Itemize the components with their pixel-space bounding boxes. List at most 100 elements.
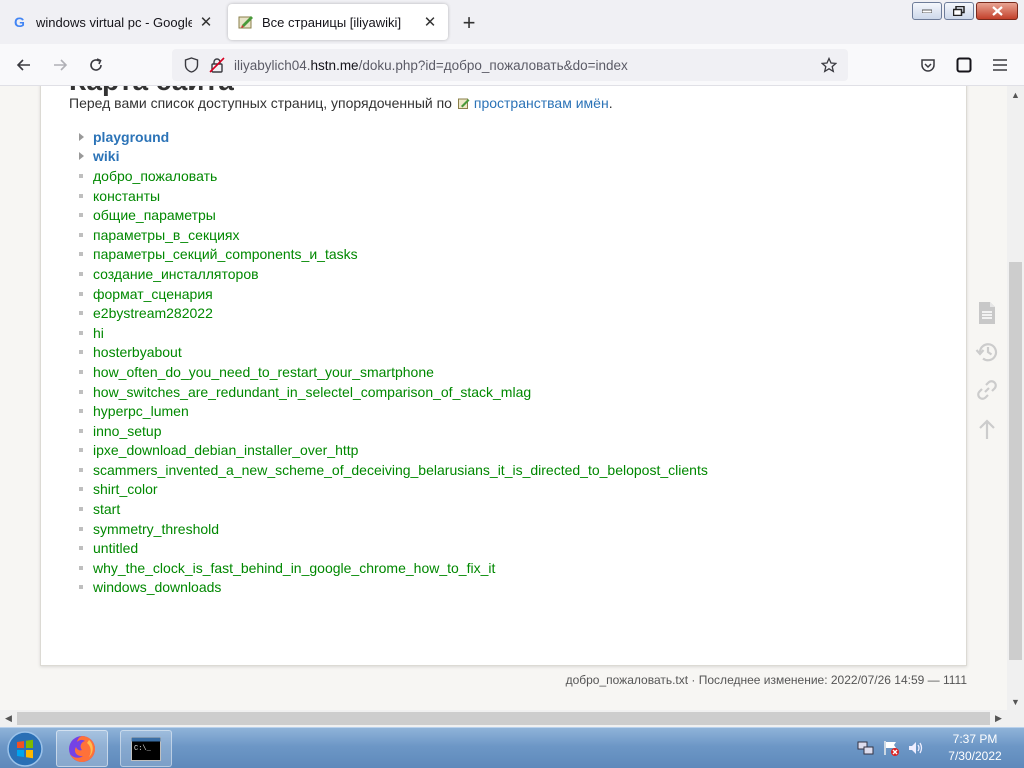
page-link[interactable]: общие_параметры (93, 207, 216, 223)
page-link[interactable]: добро_пожаловать (93, 168, 217, 184)
forward-arrow-icon (54, 59, 68, 71)
bullet-icon (79, 232, 83, 237)
close-window-button[interactable] (976, 2, 1018, 20)
list-item: добро_пожаловать (77, 166, 708, 186)
page-link[interactable]: untitled (93, 540, 138, 556)
horizontal-scrollbar[interactable]: ◀ ▶ (0, 710, 1007, 727)
url-text[interactable]: iliyabylich04.hstn.me/doku.php?id=добро_… (234, 58, 628, 73)
horizontal-scroll-thumb[interactable] (17, 712, 990, 725)
list-item: inno_setup (77, 421, 708, 441)
address-bar[interactable]: iliyabylich04.hstn.me/doku.php?id=добро_… (172, 49, 848, 81)
backlinks-button[interactable] (974, 377, 1000, 403)
expand-arrow-icon[interactable] (79, 132, 84, 141)
page-link[interactable]: ipxe_download_debian_installer_over_http (93, 442, 358, 458)
system-tray: 7:37 PM 7/30/2022 (855, 728, 1024, 768)
page-link[interactable]: формат_сценария (93, 286, 213, 302)
extensions-button[interactable] (950, 51, 978, 79)
page-link[interactable]: why_the_clock_is_fast_behind_in_google_c… (93, 560, 495, 576)
namespace-item[interactable]: playground (77, 127, 708, 147)
page-link[interactable]: how_switches_are_redundant_in_selectel_c… (93, 384, 531, 400)
list-item: why_the_clock_is_fast_behind_in_google_c… (77, 558, 708, 578)
volume-icon[interactable] (905, 737, 927, 759)
bullet-icon (79, 546, 83, 551)
list-item: создание_инсталляторов (77, 264, 708, 284)
list-item: общие_параметры (77, 205, 708, 225)
taskbar-clock[interactable]: 7:37 PM 7/30/2022 (938, 731, 1012, 765)
bullet-icon (79, 193, 83, 198)
page-link[interactable]: e2bystream282022 (93, 305, 213, 321)
expand-arrow-icon[interactable] (79, 152, 84, 161)
vertical-scrollbar[interactable]: ▲ ▼ (1007, 86, 1024, 710)
page-link[interactable]: создание_инсталляторов (93, 266, 259, 282)
namespaces-link[interactable]: пространствам имён (474, 95, 609, 111)
bullet-icon (79, 526, 83, 531)
new-tab-button[interactable]: + (456, 10, 482, 36)
bullet-icon (79, 252, 83, 257)
list-item: e2bystream282022 (77, 303, 708, 323)
page-link[interactable]: inno_setup (93, 423, 162, 439)
close-icon[interactable]: ✕ (422, 14, 438, 31)
tab-google-search[interactable]: G windows virtual pc - Google Sea ✕ (2, 4, 224, 40)
page-link[interactable]: hosterbyabout (93, 344, 182, 360)
page-link[interactable]: how_often_do_you_need_to_restart_your_sm… (93, 364, 434, 380)
page-link[interactable]: параметры_секций_components_и_tasks (93, 246, 358, 262)
restore-button[interactable] (944, 2, 974, 20)
tab-title: windows virtual pc - Google Sea (36, 14, 192, 30)
scrollbar-corner (1007, 710, 1024, 727)
forward-button[interactable] (46, 51, 74, 79)
reload-button[interactable] (82, 51, 110, 79)
tab-all-pages[interactable]: Все страницы [iliyawiki] ✕ (228, 4, 448, 40)
clock-date: 7/30/2022 (948, 749, 1002, 763)
taskbar-command-prompt[interactable]: C:\_ (120, 730, 172, 767)
minimize-button[interactable] (912, 2, 942, 20)
page-link[interactable]: параметры_в_секциях (93, 227, 240, 243)
namespace-item[interactable]: wiki (77, 147, 708, 167)
intro-text: Перед вами список доступных страниц, упо… (69, 95, 452, 111)
list-item: параметры_в_секциях (77, 225, 708, 245)
url-subdomain: iliyabylich04. (234, 57, 311, 73)
network-icon[interactable] (855, 737, 877, 759)
back-button[interactable] (10, 51, 38, 79)
page-link[interactable]: scammers_invented_a_new_scheme_of_deceiv… (93, 462, 708, 478)
page-link[interactable]: hyperpc_lumen (93, 403, 189, 419)
vertical-scroll-thumb[interactable] (1009, 262, 1022, 660)
scroll-right-arrow-icon[interactable]: ▶ (990, 710, 1007, 727)
action-center-flag-icon[interactable] (880, 737, 902, 759)
page-link[interactable]: start (93, 501, 120, 517)
scroll-left-arrow-icon[interactable]: ◀ (0, 710, 17, 727)
windows-logo-icon (7, 731, 43, 767)
page-link[interactable]: hi (93, 325, 104, 341)
bookmark-star-icon[interactable] (816, 52, 842, 78)
page-link[interactable]: windows_downloads (93, 579, 221, 595)
document-icon (979, 302, 995, 324)
scroll-down-arrow-icon[interactable]: ▼ (1007, 693, 1024, 710)
start-button[interactable] (4, 729, 46, 768)
svg-text:C:\_: C:\_ (134, 745, 152, 753)
windows-taskbar: C:\_ 7:37 PM 7/30/2022 (0, 727, 1024, 768)
page-link[interactable]: shirt_color (93, 481, 158, 497)
namespace-link[interactable]: playground (93, 129, 169, 145)
bullet-icon (79, 311, 83, 316)
page-tools (974, 300, 1000, 454)
page-link[interactable]: константы (93, 188, 160, 204)
namespace-link[interactable]: wiki (93, 148, 119, 164)
taskbar-firefox[interactable] (56, 730, 108, 767)
list-item: untitled (77, 538, 708, 558)
bullet-icon (79, 350, 83, 355)
menu-button[interactable] (986, 51, 1014, 79)
close-icon[interactable]: ✕ (198, 14, 214, 31)
back-to-top-button[interactable] (974, 416, 1000, 442)
pocket-button[interactable] (914, 51, 942, 79)
shield-icon[interactable] (178, 52, 204, 78)
scroll-up-arrow-icon[interactable]: ▲ (1007, 86, 1024, 103)
bullet-icon (79, 291, 83, 296)
square-icon (956, 57, 972, 73)
show-page-button[interactable] (974, 300, 1000, 326)
list-item: hyperpc_lumen (77, 401, 708, 421)
bullet-icon (79, 467, 83, 472)
page-link[interactable]: symmetry_threshold (93, 521, 219, 537)
old-revisions-button[interactable] (974, 339, 1000, 365)
bullet-icon (79, 428, 83, 433)
insecure-lock-icon[interactable] (204, 52, 230, 78)
list-item: shirt_color (77, 480, 708, 500)
